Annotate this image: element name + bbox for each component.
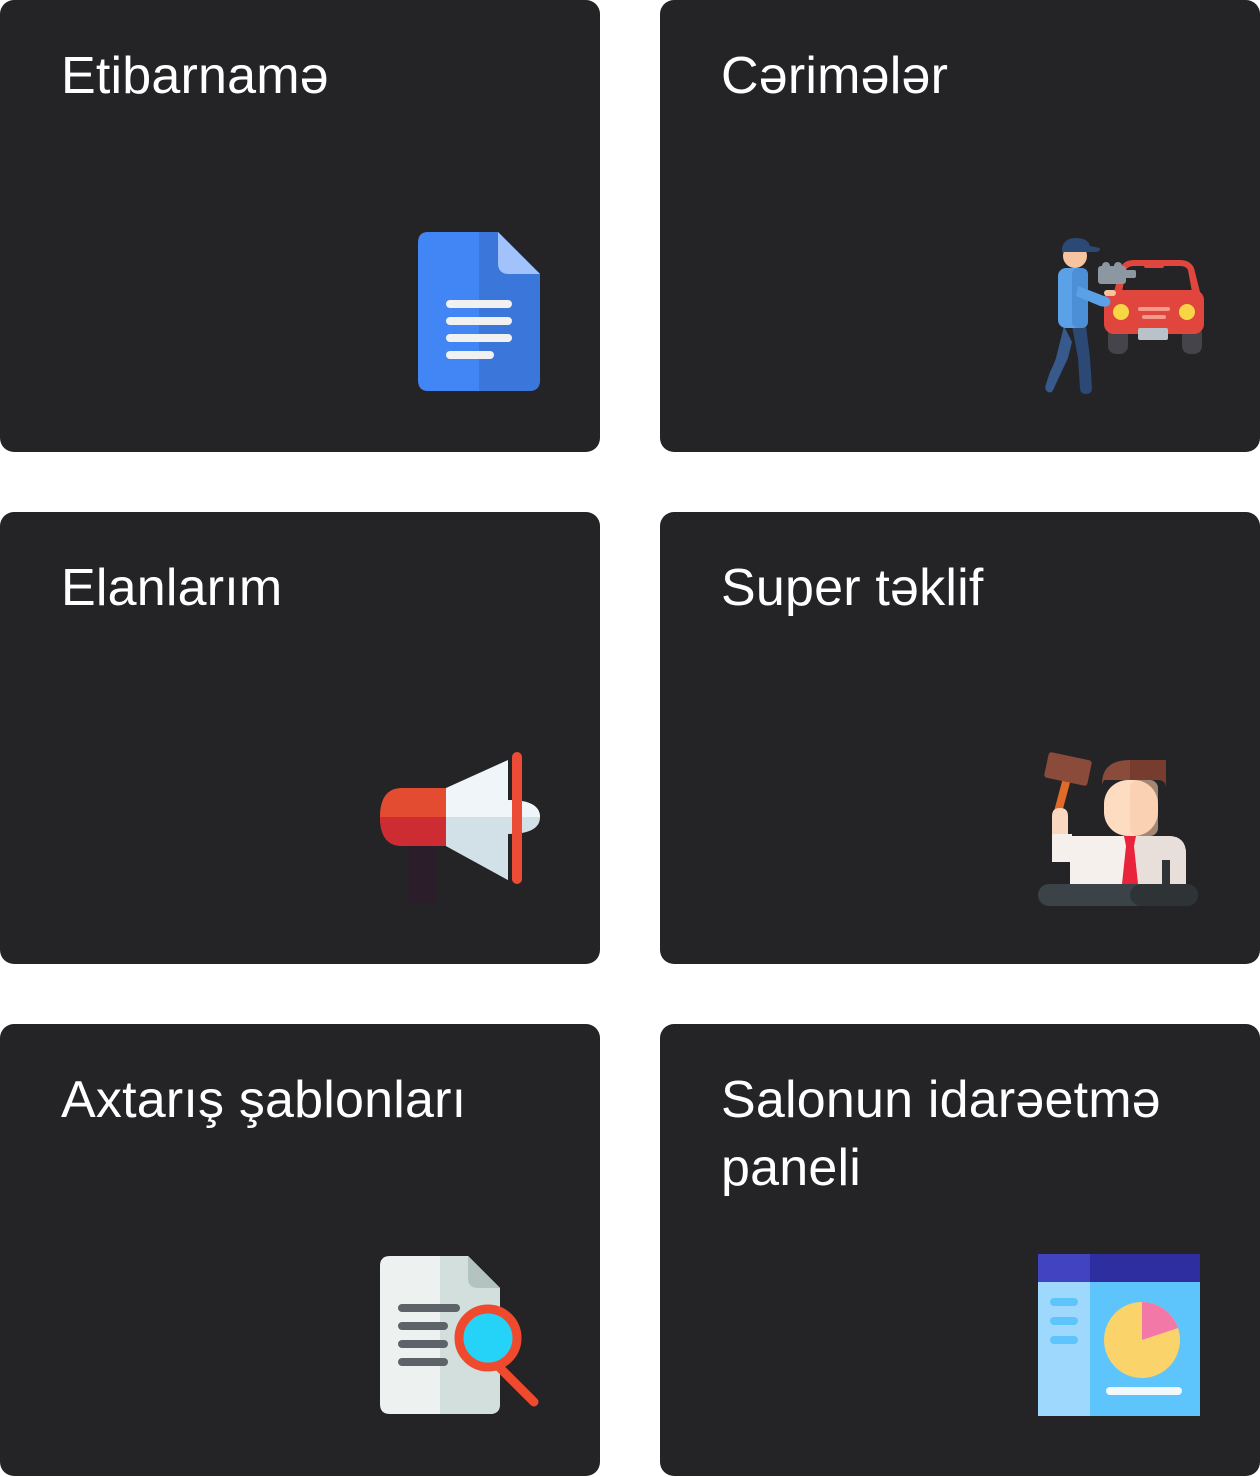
card-elanlarim[interactable]: Elanlarım (0, 512, 600, 964)
card-etibarname[interactable]: Etibarnamə (0, 0, 600, 452)
card-title: Super təklif (721, 559, 984, 617)
card-cerimeler[interactable]: Cərimələr (660, 0, 1260, 452)
traffic-fine-icon (1045, 238, 1204, 394)
card-title: Axtarış şablonları (61, 1071, 467, 1129)
card-salonun-idareetme-paneli[interactable]: Salonun idarəetmə paneli (660, 1024, 1260, 1476)
card-super-teklif[interactable]: Super təklif (660, 512, 1260, 964)
card-axtaris-sablonlari[interactable]: Axtarış şablonları (0, 1024, 600, 1476)
card-title: Elanlarım (61, 559, 283, 617)
dashboard-icon (1038, 1254, 1200, 1416)
auction-icon (1038, 752, 1198, 906)
document-search-icon (380, 1256, 539, 1414)
card-title: Salonun idarəetmə paneli (721, 1071, 1161, 1197)
card-title: Cərimələr (721, 47, 949, 105)
document-icon (418, 232, 540, 391)
megaphone-icon (380, 752, 540, 904)
card-title: Etibarnamə (61, 47, 329, 105)
